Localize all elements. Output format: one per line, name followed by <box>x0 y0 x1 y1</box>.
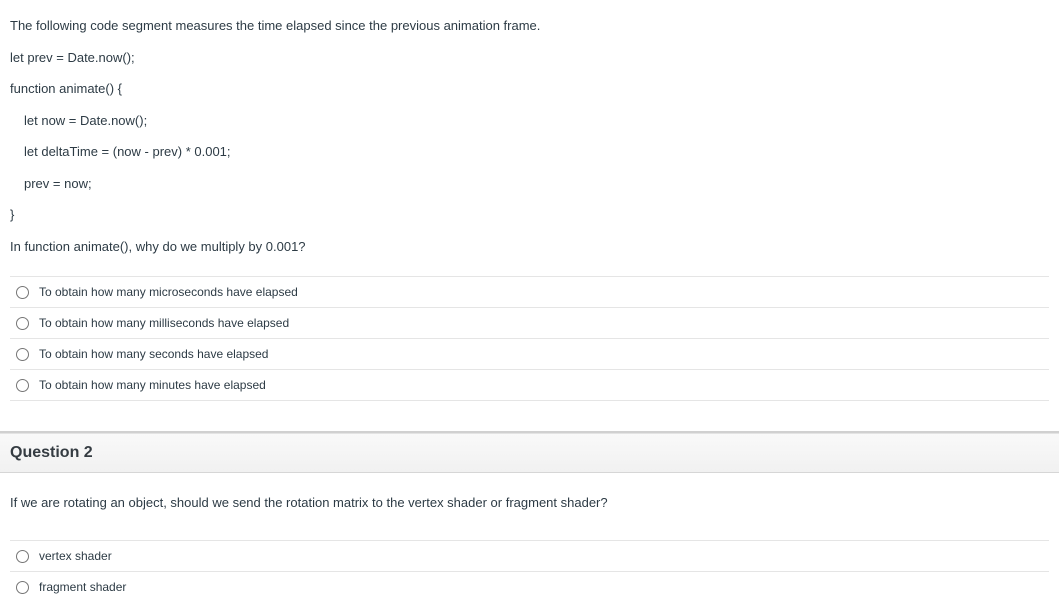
q2-options: vertex shader fragment shader <box>10 540 1049 602</box>
option-label: fragment shader <box>39 580 126 594</box>
option-label: To obtain how many minutes have elapsed <box>39 378 266 392</box>
q1-code-line: let prev = Date.now(); <box>10 42 1049 74</box>
q1-ask: In function animate(), why do we multipl… <box>10 231 1049 263</box>
question-divider <box>0 401 1059 433</box>
q1-options: To obtain how many microseconds have ela… <box>10 276 1049 401</box>
q1-code-line: prev = now; <box>10 168 1049 200</box>
q1-option[interactable]: To obtain how many milliseconds have ela… <box>10 308 1049 339</box>
option-label: To obtain how many seconds have elapsed <box>39 347 268 361</box>
q2-option[interactable]: fragment shader <box>10 572 1049 602</box>
option-label: To obtain how many milliseconds have ela… <box>39 316 289 330</box>
q1-code-line: let now = Date.now(); <box>10 105 1049 137</box>
q1-code-line: } <box>10 199 1049 231</box>
question-2-header: Question 2 <box>0 433 1059 473</box>
radio-input[interactable] <box>16 581 29 594</box>
q2-prompt: If we are rotating an object, should we … <box>10 489 1049 526</box>
question-1: The following code segment measures the … <box>0 0 1059 401</box>
option-label: To obtain how many microseconds have ela… <box>39 285 298 299</box>
radio-input[interactable] <box>16 550 29 563</box>
radio-input[interactable] <box>16 348 29 361</box>
radio-input[interactable] <box>16 286 29 299</box>
question-2: If we are rotating an object, should we … <box>0 473 1059 602</box>
q2-option[interactable]: vertex shader <box>10 541 1049 572</box>
q1-code-line: let deltaTime = (now - prev) * 0.001; <box>10 136 1049 168</box>
q1-option[interactable]: To obtain how many seconds have elapsed <box>10 339 1049 370</box>
q1-code-line: function animate() { <box>10 73 1049 105</box>
radio-input[interactable] <box>16 379 29 392</box>
q1-intro: The following code segment measures the … <box>10 10 1049 42</box>
q1-option[interactable]: To obtain how many minutes have elapsed <box>10 370 1049 401</box>
radio-input[interactable] <box>16 317 29 330</box>
option-label: vertex shader <box>39 549 112 563</box>
q1-option[interactable]: To obtain how many microseconds have ela… <box>10 277 1049 308</box>
